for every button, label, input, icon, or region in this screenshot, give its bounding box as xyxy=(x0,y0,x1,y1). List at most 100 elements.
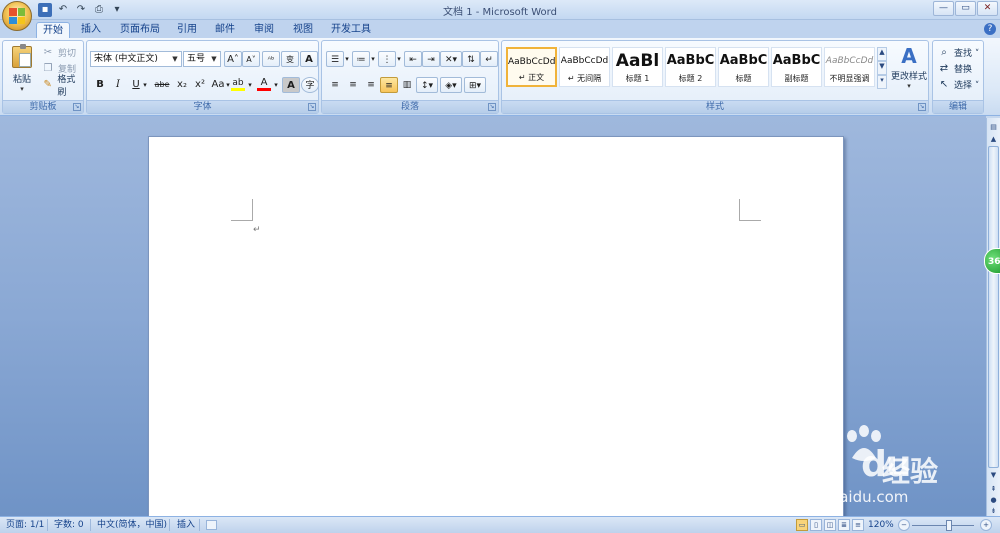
tab-review[interactable]: 审阅 xyxy=(249,22,279,38)
phonetic-guide-button[interactable]: 变 xyxy=(281,51,299,67)
highlight-dropdown-icon[interactable]: ▾ xyxy=(246,77,254,93)
bullets-dropdown-icon[interactable]: ▾ xyxy=(343,51,351,67)
minimize-button[interactable]: — xyxy=(933,1,954,16)
floating-360-badge[interactable]: 36 xyxy=(984,248,1000,274)
show-marks-button[interactable]: ↵ xyxy=(480,51,498,67)
tab-home[interactable]: 开始 xyxy=(36,22,70,38)
ruler-toggle-icon[interactable]: ▤ xyxy=(988,122,999,132)
underline-dropdown-icon[interactable]: ▾ xyxy=(141,77,149,93)
full-screen-reading-button[interactable]: ▯ xyxy=(810,519,822,531)
borders-button[interactable]: ⊞▾ xyxy=(464,77,486,93)
tab-developer[interactable]: 开发工具 xyxy=(326,22,376,38)
char-shading-button[interactable]: A xyxy=(282,77,300,93)
status-word-count[interactable]: 字数: 0 xyxy=(54,519,84,532)
font-launcher-icon[interactable]: ↘ xyxy=(308,103,316,111)
styles-more-icon[interactable]: ▾ xyxy=(877,75,887,89)
italic-button[interactable]: I xyxy=(109,77,127,93)
select-button[interactable]: ↖ 选择 ˅ xyxy=(937,77,980,92)
scroll-down-icon[interactable]: ▼ xyxy=(988,470,999,480)
subscript-button[interactable]: x₂ xyxy=(173,77,191,93)
status-language[interactable]: 中文(简体，中国) xyxy=(97,519,167,532)
maximize-button[interactable]: ▭ xyxy=(955,1,976,16)
status-page[interactable]: 页面: 1/1 xyxy=(6,519,44,532)
char-border-button[interactable]: A xyxy=(300,51,318,67)
tab-mailings[interactable]: 邮件 xyxy=(210,22,240,38)
macro-record-icon[interactable] xyxy=(206,520,217,530)
copy-icon: ❐ xyxy=(43,62,53,74)
sort-button[interactable]: ⇅ xyxy=(462,51,480,67)
draft-view-button[interactable]: ≡ xyxy=(852,519,864,531)
status-insert-mode[interactable]: 插入 xyxy=(177,519,195,532)
style-tile-subtle-emphasis[interactable]: AaBbCcDd 不明显强调 xyxy=(824,47,875,87)
office-button[interactable] xyxy=(2,1,32,31)
tab-references[interactable]: 引用 xyxy=(172,22,202,38)
replace-button[interactable]: ⇄ 替换 xyxy=(937,61,972,76)
format-painter-button[interactable]: ✎ 格式刷 xyxy=(41,75,83,98)
numbering-button[interactable]: ≔ xyxy=(352,51,370,67)
close-button[interactable]: ✕ xyxy=(977,1,998,16)
next-page-icon[interactable]: ⇟ xyxy=(988,506,999,516)
strikethrough-button[interactable]: abe xyxy=(151,77,173,93)
font-color-dropdown-icon[interactable]: ▾ xyxy=(272,77,280,93)
styles-launcher-icon[interactable]: ↘ xyxy=(918,103,926,111)
style-name: 标题 1 xyxy=(625,74,650,83)
zoom-in-icon[interactable]: + xyxy=(980,519,992,531)
paste-dropdown-icon[interactable]: ▾ xyxy=(7,85,37,93)
clear-format-button[interactable]: ᴬᵇ xyxy=(262,51,280,67)
style-tile-no-spacing[interactable]: AaBbCcDd ↵ 无间隔 xyxy=(559,47,610,87)
highlight-button[interactable]: ab xyxy=(229,75,247,91)
multilevel-list-button[interactable]: ⋮ xyxy=(378,51,396,67)
scrollbar-thumb[interactable] xyxy=(988,146,999,468)
zoom-level[interactable]: 120% xyxy=(868,519,894,532)
styles-scroll-up-icon[interactable]: ▲ xyxy=(877,47,887,61)
shading-button[interactable]: ◈▾ xyxy=(440,77,462,93)
numbering-dropdown-icon[interactable]: ▾ xyxy=(369,51,377,67)
style-tile-normal[interactable]: AaBbCcDd ↵ 正文 xyxy=(506,47,557,87)
zoom-out-icon[interactable]: − xyxy=(898,519,910,531)
bullets-button[interactable]: ☰ xyxy=(326,51,344,67)
multilevel-dropdown-icon[interactable]: ▾ xyxy=(395,51,403,67)
previous-page-icon[interactable]: ⇞ xyxy=(988,484,999,494)
style-tile-heading-1[interactable]: AaBl 标题 1 xyxy=(612,47,663,87)
cut-button[interactable]: ✂ 剪切 xyxy=(41,45,76,60)
outline-view-button[interactable]: ≣ xyxy=(838,519,850,531)
styles-scroll-down-icon[interactable]: ▼ xyxy=(877,61,887,75)
style-tile-heading-2[interactable]: AaBbC 标题 2 xyxy=(665,47,716,87)
paragraph-launcher-icon[interactable]: ↘ xyxy=(488,103,496,111)
decrease-indent-button[interactable]: ⇤ xyxy=(404,51,422,67)
style-tile-subtitle[interactable]: AaBbC 副标题 xyxy=(771,47,822,87)
font-name-combo[interactable]: 宋体 (中文正文) ▼ xyxy=(90,51,182,67)
align-right-button[interactable]: ≡ xyxy=(362,77,380,93)
web-layout-button[interactable]: ◫ xyxy=(824,519,836,531)
font-color-button[interactable]: A xyxy=(255,75,273,91)
shrink-font-button[interactable]: A˅ xyxy=(242,51,260,67)
scroll-up-icon[interactable]: ▲ xyxy=(988,134,999,144)
vertical-scrollbar[interactable]: ▤ ▲ ▼ ⇞ ● ⇟ xyxy=(986,118,1000,516)
change-styles-button[interactable]: A 更改样式 ▾ xyxy=(890,43,928,97)
distributed-button[interactable]: ▥ xyxy=(398,77,416,93)
line-spacing-button[interactable]: ↕▾ xyxy=(416,77,438,93)
tab-insert[interactable]: 插入 xyxy=(76,22,106,38)
bold-button[interactable]: B xyxy=(91,77,109,93)
clipboard-launcher-icon[interactable]: ↘ xyxy=(73,103,81,111)
style-tile-title[interactable]: AaBbC 标题 xyxy=(718,47,769,87)
align-left-button[interactable]: ≡ xyxy=(326,77,344,93)
font-size-combo[interactable]: 五号 ▼ xyxy=(183,51,221,67)
print-layout-view-button[interactable]: ▭ xyxy=(796,519,808,531)
justify-button[interactable]: ≡ xyxy=(380,77,398,93)
find-button[interactable]: ⌕ 查找 ˅ xyxy=(937,45,979,60)
enclose-char-button[interactable]: 字 xyxy=(301,77,319,93)
align-center-button[interactable]: ≡ xyxy=(344,77,362,93)
increase-indent-button[interactable]: ⇥ xyxy=(422,51,440,67)
paste-button[interactable]: 粘贴 ▾ xyxy=(7,44,37,96)
zoom-slider-thumb[interactable] xyxy=(946,520,952,531)
tab-view[interactable]: 视图 xyxy=(288,22,318,38)
help-icon[interactable]: ? xyxy=(984,23,996,35)
grow-font-button[interactable]: A˄ xyxy=(224,51,242,67)
superscript-button[interactable]: x² xyxy=(191,77,209,93)
zoom-slider-track[interactable] xyxy=(912,525,974,526)
browse-object-icon[interactable]: ● xyxy=(988,495,999,505)
document-page[interactable]: ↵ xyxy=(148,136,844,520)
tab-page-layout[interactable]: 页面布局 xyxy=(115,22,165,38)
chinese-layout-button[interactable]: ✕▾ xyxy=(440,51,462,67)
